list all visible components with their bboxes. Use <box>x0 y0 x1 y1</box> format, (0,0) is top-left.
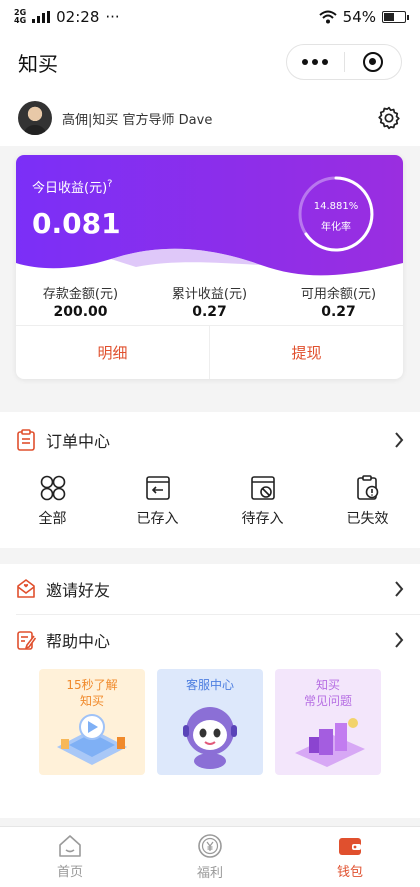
order-center-row[interactable]: 订单中心 <box>0 412 420 468</box>
avatar <box>18 101 52 135</box>
wifi-icon <box>318 10 337 24</box>
order-expired[interactable]: 已失效 <box>315 474 420 528</box>
signal-icon <box>32 11 51 23</box>
nav-bar: 知买 <box>0 34 420 90</box>
annual-rate-gauge: 14.881% 年化率 <box>295 173 377 255</box>
annual-rate-label: 年化率 <box>321 222 351 233</box>
wallet-icon <box>339 838 361 855</box>
tab-home[interactable]: 首页 <box>0 827 140 887</box>
invite-help-section: 邀请好友 帮助中心 15秒了解 知买 客服中心 知买 常见问题 <box>0 564 420 818</box>
order-center-section: 订单中心 全部 已存入 待存入 已失效 <box>0 412 420 548</box>
page-title: 知买 <box>18 51 58 76</box>
order-all[interactable]: 全部 <box>0 474 105 528</box>
detail-button[interactable]: 明细 <box>16 326 209 379</box>
tab-welfare[interactable]: 福利 <box>140 827 280 887</box>
stat-deposit: 存款金额(元) 200.00 <box>42 287 119 320</box>
chevron-right-icon <box>395 432 404 448</box>
order-status-list: 全部 已存入 待存入 已失效 <box>0 468 420 528</box>
order-center-label: 订单中心 <box>46 432 111 451</box>
status-bar: 2G 4G 02:28 ··· 54% <box>0 0 420 34</box>
status-time: 02:28 <box>56 8 100 26</box>
yen-coin-icon <box>198 834 222 858</box>
clipboard-icon <box>17 429 35 451</box>
more-status-icon: ··· <box>105 8 120 26</box>
user-bar: 高佣|知买 官方导师 Dave <box>0 90 420 146</box>
earnings-card: 今日收益(元)? 0.081 14.881% 年化率 存款金额(元) 200.0… <box>16 155 403 379</box>
help-center-label: 帮助中心 <box>46 632 111 651</box>
mini-program-capsule <box>286 44 402 80</box>
today-earnings-value: 0.081 <box>32 207 121 240</box>
invite-friends-label: 邀请好友 <box>46 581 111 600</box>
withdraw-button[interactable]: 提现 <box>210 326 403 379</box>
help-center-row[interactable]: 帮助中心 <box>0 615 420 665</box>
invite-envelope-icon <box>17 579 35 598</box>
more-button[interactable] <box>287 59 344 65</box>
home-icon <box>59 835 81 857</box>
invite-friends-row[interactable]: 邀请好友 <box>0 564 420 614</box>
help-card-intro[interactable]: 15秒了解 知买 <box>39 669 145 775</box>
tab-wallet[interactable]: 钱包 <box>280 827 420 887</box>
bottom-tab-bar: 首页 福利 钱包 <box>0 826 420 887</box>
grid-icon <box>40 475 65 501</box>
expired-icon <box>356 475 378 500</box>
pending-icon <box>250 476 275 500</box>
target-icon <box>362 52 383 72</box>
battery-icon <box>382 11 409 23</box>
battery-level <box>384 13 395 21</box>
help-card-customer-service[interactable]: 客服中心 <box>157 669 263 775</box>
annual-rate-value: 14.881% <box>313 201 359 212</box>
network-indicator: 2G 4G <box>14 8 27 25</box>
close-button[interactable] <box>345 52 402 72</box>
chevron-right-icon <box>395 581 404 597</box>
chevron-right-icon <box>395 632 404 648</box>
user-name: 高佣|知买 官方导师 Dave <box>62 112 213 128</box>
stat-available: 可用余额(元) 0.27 <box>300 287 377 320</box>
order-pending[interactable]: 待存入 <box>210 474 315 528</box>
stat-cumulative: 累计收益(元) 0.27 <box>171 287 248 320</box>
info-icon[interactable]: ? <box>107 179 112 190</box>
order-deposited[interactable]: 已存入 <box>105 474 210 528</box>
earnings-stats: 存款金额(元) 200.00 累计收益(元) 0.27 可用余额(元) 0.27 <box>16 283 403 320</box>
help-edit-icon <box>17 631 36 650</box>
earnings-actions: 明细 提现 <box>16 325 403 379</box>
help-cards: 15秒了解 知买 客服中心 知买 常见问题 <box>0 665 420 775</box>
help-card-faq[interactable]: 知买 常见问题 <box>275 669 381 775</box>
deposited-icon <box>145 476 170 500</box>
gear-icon[interactable] <box>376 105 402 131</box>
today-earnings-label: 今日收益(元)? <box>32 178 113 196</box>
battery-percent: 54% <box>342 8 376 26</box>
